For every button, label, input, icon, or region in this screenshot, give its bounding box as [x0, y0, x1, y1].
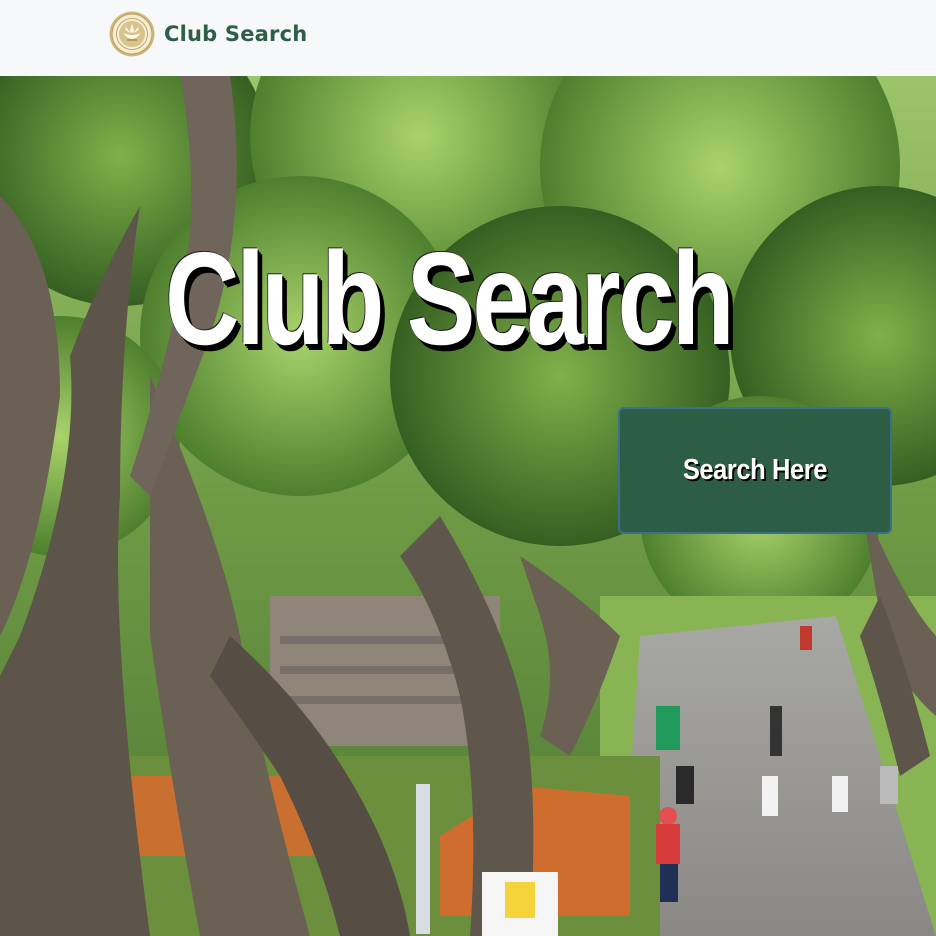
brand-link[interactable]: Club Search: [109, 11, 307, 57]
brand-label: Club Search: [164, 22, 308, 46]
top-navbar: Club Search: [0, 0, 936, 76]
hero-section: Club Search Search Here: [0, 76, 936, 936]
search-here-button[interactable]: Search Here: [618, 407, 892, 534]
university-seal-icon: [109, 11, 155, 57]
hero-title: Club Search: [165, 225, 735, 372]
search-here-label: Search Here: [682, 454, 828, 486]
